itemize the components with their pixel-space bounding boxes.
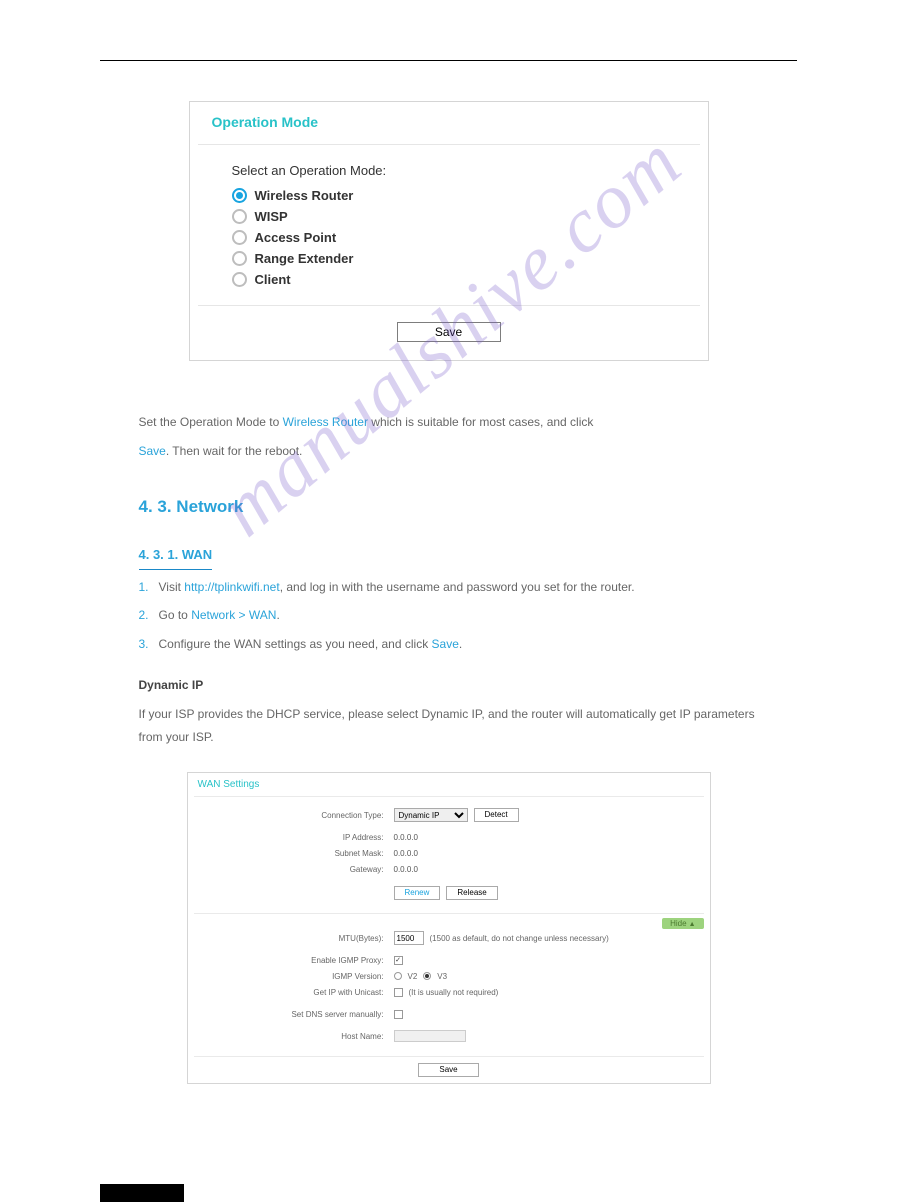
save-button[interactable]: Save [397,322,501,342]
save-button[interactable]: Save [418,1063,478,1077]
radio-label: Client [255,272,291,287]
separator [198,305,700,306]
unicast-checkbox[interactable] [394,988,403,997]
radio-label: Access Point [255,230,337,245]
ip-address-label: IP Address: [188,833,388,842]
radio-icon [232,188,247,203]
radio-client[interactable]: Client [232,272,708,287]
ip-address-value: 0.0.0.0 [394,833,418,842]
igmp-v3-label: V3 [437,972,447,981]
gateway-value: 0.0.0.0 [394,865,418,874]
section-heading-wan: 4. 3. 1. WAN [139,543,213,570]
unicast-label: Get IP with Unicast: [188,988,388,997]
dns-manual-checkbox[interactable] [394,1010,403,1019]
detect-button[interactable]: Detect [474,808,519,822]
wan-settings-panel: WAN Settings Connection Type: Dynamic IP… [187,772,711,1084]
gateway-label: Gateway: [188,865,388,874]
igmp-v2-label: V2 [408,972,418,981]
release-button[interactable]: Release [446,886,497,900]
igmp-v2-radio[interactable] [394,972,402,980]
radio-icon [232,209,247,224]
dns-manual-label: Set DNS server manually: [188,1010,388,1019]
chevron-up-icon: ▲ [689,921,696,928]
radio-range-extender[interactable]: Range Extender [232,251,708,266]
body-paragraph: Save. Then wait for the reboot. [139,440,759,463]
step-3: 3. Configure the WAN settings as you nee… [139,633,759,656]
subnet-mask-value: 0.0.0.0 [394,849,418,858]
section-heading-network: 4. 3. Network [139,491,759,523]
host-name-label: Host Name: [188,1032,388,1041]
igmp-proxy-checkbox[interactable]: ✓ [394,956,403,965]
radio-icon [232,251,247,266]
radio-icon [232,230,247,245]
igmp-version-label: IGMP Version: [188,972,388,981]
panel-title: WAN Settings [188,773,710,796]
radio-label: Wireless Router [255,188,354,203]
radio-label: Range Extender [255,251,354,266]
radio-access-point[interactable]: Access Point [232,230,708,245]
mtu-label: MTU(Bytes): [188,934,388,943]
hide-toggle[interactable]: Hide▲ [662,918,703,929]
unicast-hint: (It is usually not required) [409,988,499,997]
page-top-rule [100,60,797,61]
igmp-v3-radio[interactable] [423,972,431,980]
radio-wireless-router[interactable]: Wireless Router [232,188,708,203]
operation-mode-panel: Operation Mode Select an Operation Mode:… [189,101,709,361]
select-mode-label: Select an Operation Mode: [232,163,708,178]
mtu-input[interactable] [394,931,424,945]
subnet-mask-label: Subnet Mask: [188,849,388,858]
step-2: 2. Go to Network > WAN. [139,604,759,627]
host-name-input[interactable] [394,1030,466,1042]
body-paragraph: Set the Operation Mode to Wireless Route… [139,411,759,434]
connection-type-label: Connection Type: [188,811,388,820]
mtu-hint: (1500 as default, do not change unless n… [430,934,609,943]
panel-title: Operation Mode [190,114,708,144]
separator [198,144,700,145]
connection-type-select[interactable]: Dynamic IP [394,808,468,822]
step-1: 1. Visit http://tplinkwifi.net, and log … [139,576,759,599]
footer-block [100,1184,184,1202]
dynamic-ip-paragraph: If your ISP provides the DHCP service, p… [139,703,759,749]
dynamic-ip-heading: Dynamic IP [139,674,759,697]
radio-label: WISP [255,209,288,224]
renew-button[interactable]: Renew [394,886,441,900]
radio-wisp[interactable]: WISP [232,209,708,224]
igmp-proxy-label: Enable IGMP Proxy: [188,956,388,965]
radio-icon [232,272,247,287]
